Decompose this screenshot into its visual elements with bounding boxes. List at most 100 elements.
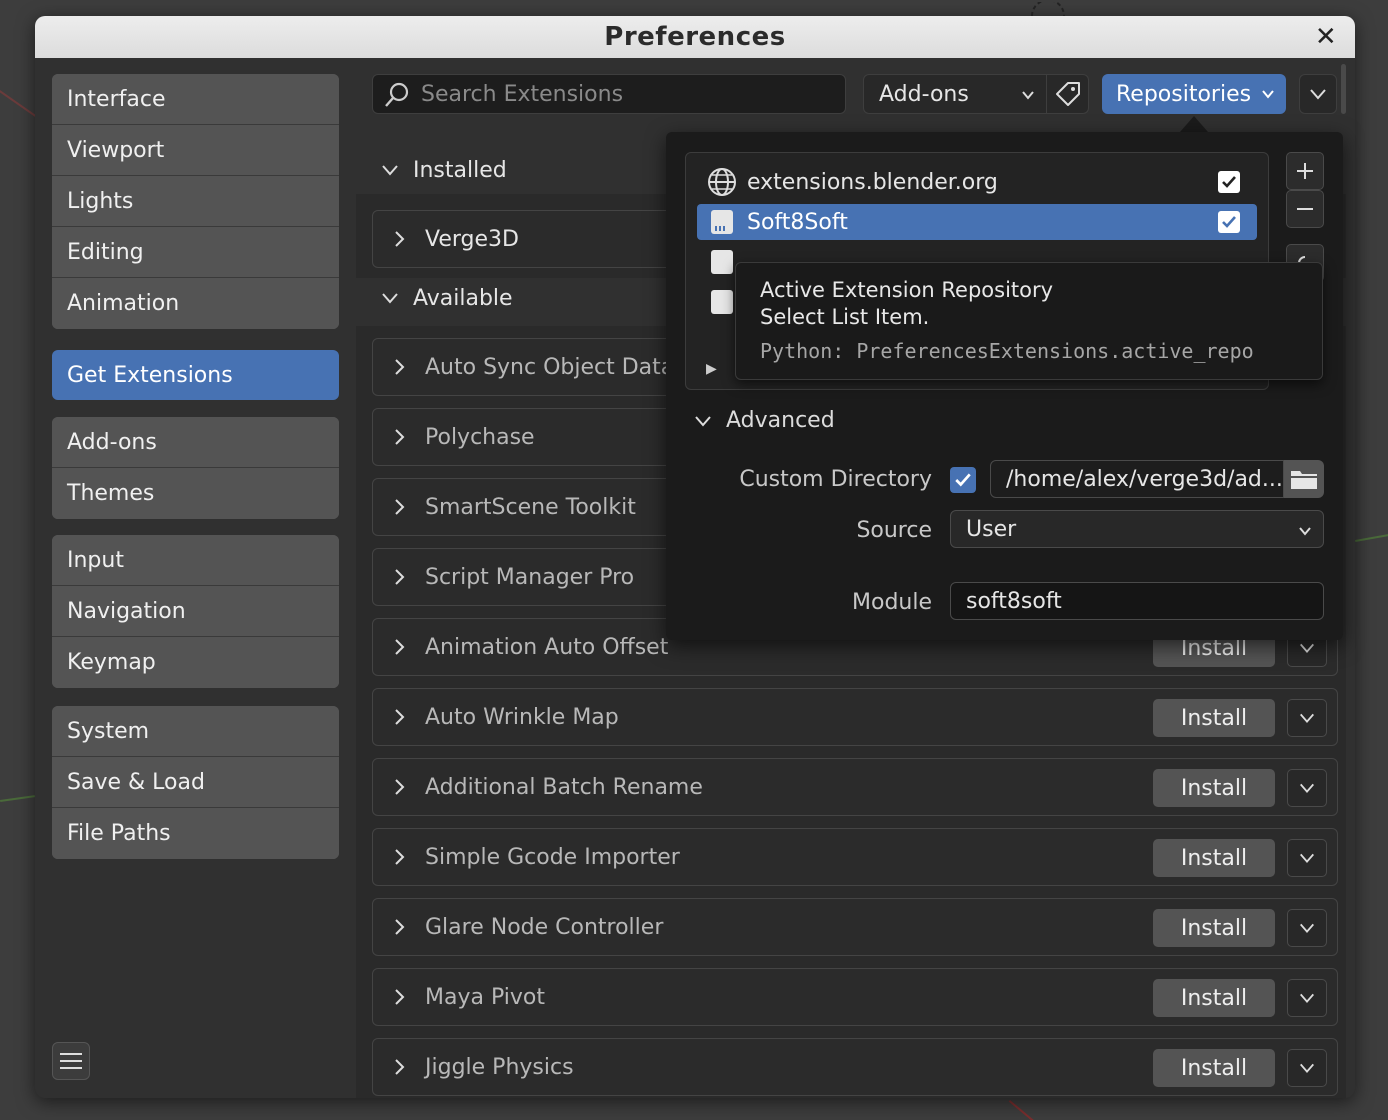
sidebar-item-keymap[interactable]: Keymap bbox=[52, 637, 339, 688]
available-extension-row[interactable]: Auto Wrinkle Map Install bbox=[372, 688, 1338, 746]
custom-directory-checkbox[interactable] bbox=[950, 467, 976, 493]
sidebar-item-add-ons[interactable]: Add-ons bbox=[52, 417, 339, 468]
tags-filter-button[interactable] bbox=[1047, 74, 1089, 114]
sidebar-item-navigation[interactable]: Navigation bbox=[52, 586, 339, 637]
install-button[interactable]: Install bbox=[1153, 839, 1275, 877]
tooltip: Active Extension Repository Select List … bbox=[735, 262, 1323, 380]
plus-icon bbox=[1297, 163, 1313, 179]
chevron-down-icon bbox=[1300, 713, 1314, 723]
sidebar-group-system: System Save & Load File Paths bbox=[52, 706, 339, 859]
repositories-popover: extensions.blender.org Soft8Soft ▶ Advan… bbox=[666, 132, 1343, 640]
chevron-down-icon bbox=[1300, 783, 1314, 793]
search-input[interactable]: Search Extensions bbox=[372, 74, 846, 114]
chevron-down-icon bbox=[1300, 993, 1314, 1003]
extension-options-dropdown[interactable] bbox=[1287, 839, 1327, 877]
install-button[interactable]: Install bbox=[1153, 909, 1275, 947]
chevron-right-icon bbox=[373, 230, 425, 248]
window-title: Preferences bbox=[604, 22, 786, 52]
sidebar-item-input[interactable]: Input bbox=[52, 535, 339, 586]
loading-spinner-icon bbox=[1031, 2, 1065, 16]
source-value: User bbox=[966, 516, 1017, 542]
sidebar-item-lights[interactable]: Lights bbox=[52, 176, 339, 227]
chevron-right-icon bbox=[373, 1058, 425, 1076]
repository-enabled-checkbox[interactable] bbox=[1218, 211, 1240, 233]
custom-directory-label: Custom Directory bbox=[739, 467, 932, 492]
extension-options-dropdown[interactable] bbox=[1287, 769, 1327, 807]
extension-options-dropdown[interactable] bbox=[1287, 699, 1327, 737]
popover-pointer bbox=[1180, 116, 1208, 132]
sidebar-group-extensions: Get Extensions bbox=[52, 350, 339, 400]
source-label: Source bbox=[856, 518, 932, 543]
available-section-header[interactable]: Available bbox=[381, 283, 513, 313]
sidebar-item-editing[interactable]: Editing bbox=[52, 227, 339, 278]
extension-options-dropdown[interactable] bbox=[1287, 979, 1327, 1017]
scrollbar-thumb[interactable] bbox=[1341, 64, 1346, 114]
viewport-grid-line bbox=[1355, 533, 1388, 542]
available-extension-row[interactable]: Jiggle Physics Install bbox=[372, 1038, 1338, 1096]
hamburger-icon bbox=[60, 1053, 82, 1069]
more-options-dropdown[interactable] bbox=[1299, 74, 1337, 114]
close-icon: ✕ bbox=[1314, 22, 1338, 52]
repositories-dropdown[interactable]: Repositories bbox=[1102, 74, 1286, 114]
install-button[interactable]: Install bbox=[1153, 979, 1275, 1017]
sidebar-item-themes[interactable]: Themes bbox=[52, 468, 339, 519]
expand-triangle-icon[interactable]: ▶ bbox=[706, 361, 717, 377]
chevron-right-icon bbox=[373, 848, 425, 866]
sidebar-item-interface[interactable]: Interface bbox=[52, 74, 339, 125]
extension-type-dropdown[interactable]: Add-ons bbox=[863, 74, 1047, 114]
chevron-down-icon bbox=[382, 165, 398, 176]
advanced-section-header[interactable]: Advanced bbox=[694, 408, 835, 433]
module-field[interactable]: soft8soft bbox=[950, 582, 1324, 620]
available-extension-row[interactable]: Simple Gcode Importer Install bbox=[372, 828, 1338, 886]
extension-type-value: Add-ons bbox=[879, 81, 969, 107]
chevron-right-icon bbox=[373, 498, 425, 516]
extension-options-dropdown[interactable] bbox=[1287, 1049, 1327, 1087]
sidebar-item-get-extensions[interactable]: Get Extensions bbox=[52, 350, 339, 400]
search-placeholder: Search Extensions bbox=[421, 81, 624, 107]
custom-directory-field[interactable]: /home/alex/verge3d/ad... bbox=[990, 460, 1284, 498]
title-bar[interactable]: Preferences ✕ bbox=[35, 16, 1355, 58]
installed-section-label: Installed bbox=[413, 157, 507, 183]
repository-item-soft8soft[interactable]: Soft8Soft bbox=[697, 204, 1257, 240]
remove-repository-button[interactable] bbox=[1286, 190, 1324, 228]
search-icon bbox=[385, 82, 409, 107]
preferences-menu-button[interactable] bbox=[52, 1042, 90, 1080]
available-section-label: Available bbox=[413, 285, 513, 311]
install-button[interactable]: Install bbox=[1153, 1049, 1275, 1087]
close-button[interactable]: ✕ bbox=[1311, 22, 1341, 52]
chevron-down-icon bbox=[1310, 89, 1326, 100]
add-repository-button[interactable] bbox=[1286, 152, 1324, 190]
tooltip-title: Active Extension Repository bbox=[760, 278, 1054, 302]
sidebar-item-animation[interactable]: Animation bbox=[52, 278, 339, 329]
chevron-down-icon bbox=[695, 415, 711, 427]
chevron-right-icon bbox=[373, 778, 425, 796]
repository-item-extensions-blender-org[interactable]: extensions.blender.org bbox=[697, 164, 1257, 200]
source-dropdown[interactable]: User bbox=[950, 510, 1324, 548]
install-button[interactable]: Install bbox=[1153, 699, 1275, 737]
chevron-right-icon bbox=[373, 708, 425, 726]
chevron-down-icon bbox=[1022, 91, 1034, 100]
available-extension-row[interactable]: Additional Batch Rename Install bbox=[372, 758, 1338, 816]
available-extension-row[interactable]: Maya Pivot Install bbox=[372, 968, 1338, 1026]
repositories-label: Repositories bbox=[1116, 81, 1252, 107]
checkmark-icon bbox=[955, 473, 971, 487]
install-button[interactable]: Install bbox=[1153, 769, 1275, 807]
chevron-right-icon bbox=[373, 358, 425, 376]
chevron-down-icon bbox=[1300, 643, 1314, 653]
sidebar-item-viewport[interactable]: Viewport bbox=[52, 125, 339, 176]
repository-enabled-checkbox[interactable] bbox=[1218, 171, 1240, 193]
chevron-right-icon bbox=[373, 918, 425, 936]
available-extension-row[interactable]: Glare Node Controller Install bbox=[372, 898, 1338, 956]
sidebar-item-system[interactable]: System bbox=[52, 706, 339, 757]
installed-section-header[interactable]: Installed bbox=[381, 155, 507, 185]
chevron-right-icon bbox=[373, 638, 425, 656]
chevron-right-icon bbox=[373, 428, 425, 446]
browse-directory-button[interactable] bbox=[1284, 460, 1324, 498]
disk-icon bbox=[697, 208, 747, 236]
chevron-down-icon bbox=[1300, 923, 1314, 933]
sidebar-item-file-paths[interactable]: File Paths bbox=[52, 808, 339, 859]
module-value: soft8soft bbox=[966, 588, 1062, 614]
extension-options-dropdown[interactable] bbox=[1287, 909, 1327, 947]
sidebar-item-save-load[interactable]: Save & Load bbox=[52, 757, 339, 808]
minus-icon bbox=[1297, 208, 1313, 210]
